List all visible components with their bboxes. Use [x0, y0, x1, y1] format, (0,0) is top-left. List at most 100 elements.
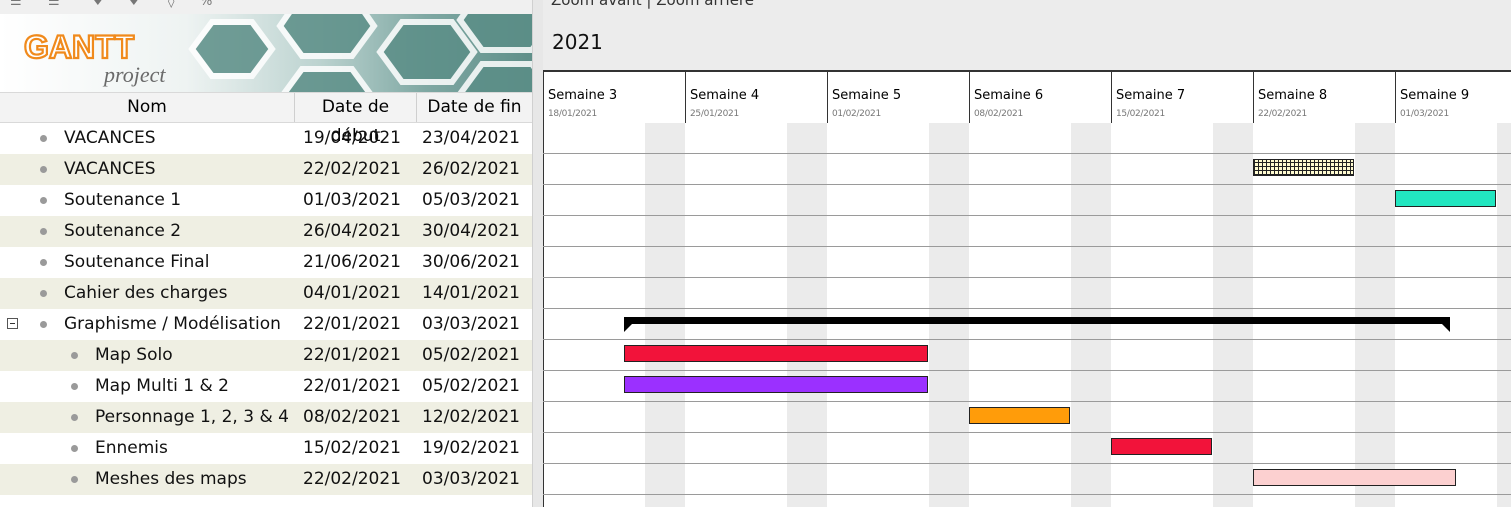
task-start-date[interactable]: 21/06/2021: [303, 247, 401, 278]
task-bar[interactable]: [1395, 190, 1497, 207]
task-end-date[interactable]: 05/02/2021: [422, 371, 520, 402]
week-column-header: Semaine 5 01/02/2021: [827, 72, 970, 123]
task-name[interactable]: VACANCES: [64, 154, 156, 185]
task-row[interactable]: Ennemis 15/02/2021 19/02/2021: [0, 433, 532, 464]
task-name[interactable]: Graphisme / Modélisation: [64, 309, 281, 340]
summary-bar[interactable]: [624, 317, 1450, 332]
task-row[interactable]: VACANCES 22/02/2021 26/02/2021: [0, 154, 532, 185]
task-row[interactable]: Soutenance Final 21/06/2021 30/06/2021: [0, 247, 532, 278]
week-column-header: Semaine 3 18/01/2021: [543, 72, 686, 123]
task-name[interactable]: VACANCES: [64, 123, 156, 154]
task-tree-panel: ☰ ☰ ♦ ♦ ◊ % GANTT project Nom Date de dé: [0, 0, 532, 507]
move-up-icon[interactable]: ♦: [92, 0, 104, 9]
task-name[interactable]: Map Multi 1 & 2: [95, 371, 229, 402]
task-row[interactable]: Cahier des charges 04/01/2021 14/01/2021: [0, 278, 532, 309]
task-end-date[interactable]: 05/02/2021: [422, 340, 520, 371]
task-bar[interactable]: [624, 345, 929, 362]
task-end-date[interactable]: 26/02/2021: [422, 154, 520, 185]
task-end-date[interactable]: 03/03/2021: [422, 309, 520, 340]
task-row[interactable]: Map Solo 22/01/2021 05/02/2021: [0, 340, 532, 371]
row-divider: [543, 153, 1511, 154]
task-bullet-icon: [71, 476, 78, 483]
task-bullet-icon: [40, 321, 47, 328]
panel-splitter[interactable]: [532, 0, 543, 507]
week-header: Semaine 3 18/01/2021 Semaine 4 25/01/2021 Se…: [543, 70, 1511, 123]
task-name[interactable]: Cahier des charges: [64, 278, 227, 309]
task-bar[interactable]: [1111, 438, 1213, 455]
task-end-date[interactable]: 30/04/2021: [422, 216, 520, 247]
task-start-date[interactable]: 22/01/2021: [303, 371, 401, 402]
task-start-date[interactable]: 15/02/2021: [303, 433, 401, 464]
weekend-shading: [1497, 123, 1511, 507]
gantt-chart-panel: Zoom avant | Zoom arrière 2021 Semaine 3…: [543, 0, 1511, 507]
task-start-date[interactable]: 22/02/2021: [303, 464, 401, 495]
task-start-date[interactable]: 19/04/2021: [303, 123, 401, 154]
task-name[interactable]: Soutenance 2: [64, 216, 181, 247]
weekend-shading: [1213, 123, 1253, 507]
task-name[interactable]: Soutenance Final: [64, 247, 209, 278]
task-row[interactable]: VACANCES 19/04/2021 23/04/2021: [0, 123, 532, 154]
task-name[interactable]: Meshes des maps: [95, 464, 247, 495]
logo-sub: project: [102, 62, 166, 87]
weekend-shading: [787, 123, 827, 507]
unlink-icon[interactable]: %: [200, 0, 212, 9]
column-end-header[interactable]: Date de fin: [417, 93, 532, 122]
task-end-date[interactable]: 23/04/2021: [422, 123, 520, 154]
task-end-date[interactable]: 14/01/2021: [422, 278, 520, 309]
timeline-left-border: [543, 123, 544, 507]
task-name[interactable]: Ennemis: [95, 433, 168, 464]
task-start-date[interactable]: 22/02/2021: [303, 154, 401, 185]
move-down-icon[interactable]: ♦: [128, 0, 140, 9]
task-bullet-icon: [71, 352, 78, 359]
year-header: 2021: [543, 14, 1511, 70]
task-start-date[interactable]: 04/01/2021: [303, 278, 401, 309]
week-date: 15/02/2021: [1116, 109, 1165, 119]
task-start-date[interactable]: 08/02/2021: [303, 402, 401, 433]
task-row[interactable]: Map Multi 1 & 2 22/01/2021 05/02/2021: [0, 371, 532, 402]
task-end-date[interactable]: 03/03/2021: [422, 464, 520, 495]
task-start-date[interactable]: 22/01/2021: [303, 309, 401, 340]
row-divider: [543, 308, 1511, 309]
task-name[interactable]: Map Solo: [95, 340, 173, 371]
task-bar[interactable]: [624, 376, 929, 393]
indent-icon[interactable]: ☰: [48, 0, 60, 9]
task-bar[interactable]: [969, 407, 1071, 424]
task-bar[interactable]: [1253, 159, 1355, 176]
row-divider: [543, 339, 1511, 340]
task-row[interactable]: Meshes des maps 22/02/2021 03/03/2021: [0, 464, 532, 495]
collapse-icon[interactable]: [7, 318, 18, 329]
week-date: 22/02/2021: [1258, 109, 1307, 119]
task-start-date[interactable]: 01/03/2021: [303, 185, 401, 216]
task-end-date[interactable]: 19/02/2021: [422, 433, 520, 464]
task-row[interactable]: Graphisme / Modélisation 22/01/2021 03/03/…: [0, 309, 532, 340]
task-end-date[interactable]: 12/02/2021: [422, 402, 520, 433]
task-start-date[interactable]: 22/01/2021: [303, 340, 401, 371]
week-date: 18/01/2021: [548, 109, 597, 119]
task-name[interactable]: Soutenance 1: [64, 185, 181, 216]
week-label: Semaine 5: [832, 88, 902, 103]
task-end-date[interactable]: 05/03/2021: [422, 185, 520, 216]
row-divider: [543, 246, 1511, 247]
week-date: 08/02/2021: [974, 109, 1023, 119]
outdent-icon[interactable]: ☰: [10, 0, 22, 9]
column-header: Nom Date de début Date de fin: [0, 92, 532, 146]
week-column-header: Semaine 7 15/02/2021: [1111, 72, 1254, 123]
weekend-shading: [929, 123, 969, 507]
summary-cap-right: [1441, 324, 1450, 332]
weekend-shading: [1355, 123, 1395, 507]
task-row[interactable]: Personnage 1, 2, 3 & 4 08/02/2021 12/02/20…: [0, 402, 532, 433]
task-row[interactable]: Soutenance 1 01/03/2021 05/03/2021: [0, 185, 532, 216]
row-divider: [543, 184, 1511, 185]
column-start-header[interactable]: Date de début: [295, 93, 417, 146]
zoom-links[interactable]: Zoom avant | Zoom arrière: [551, 0, 754, 9]
week-column-header: Semaine 6 08/02/2021: [969, 72, 1112, 123]
logo: GANTT project: [23, 24, 184, 92]
task-end-date[interactable]: 30/06/2021: [422, 247, 520, 278]
task-name[interactable]: Personnage 1, 2, 3 & 4: [95, 402, 289, 433]
task-start-date[interactable]: 26/04/2021: [303, 216, 401, 247]
column-name-header[interactable]: Nom: [0, 93, 295, 122]
summary-cap-left: [624, 324, 633, 332]
link-icon[interactable]: ◊: [168, 0, 174, 9]
task-bar[interactable]: [1253, 469, 1456, 486]
task-row[interactable]: Soutenance 2 26/04/2021 30/04/2021: [0, 216, 532, 247]
